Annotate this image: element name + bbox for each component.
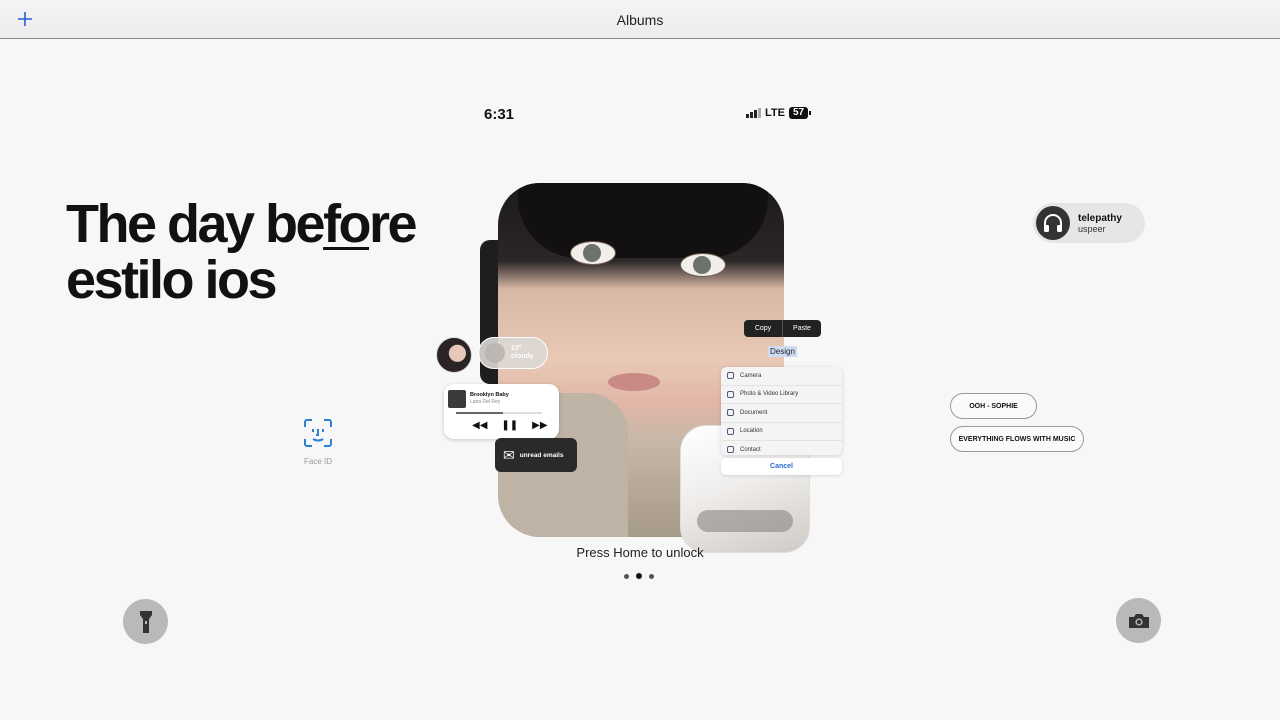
track-artist: Lana Del Rey (470, 399, 501, 405)
avatar[interactable] (436, 337, 472, 373)
top-bar: Albums (0, 0, 1280, 39)
camera-icon (1128, 613, 1149, 628)
weather-cond: cloudy (511, 353, 534, 360)
camera-button[interactable] (1116, 598, 1161, 643)
camera-icon (727, 372, 734, 380)
faceid-widget: Face ID (298, 418, 338, 466)
page-title: Albums (616, 12, 664, 28)
edit-menu: Copy Paste (744, 320, 821, 337)
sheet-item-document[interactable]: Document (721, 404, 842, 423)
page-dot[interactable] (624, 573, 629, 579)
album-art (448, 390, 466, 408)
now-playing-title: telepathy (1078, 213, 1122, 224)
camera-page-dot[interactable] (649, 573, 654, 579)
rewind-icon[interactable]: ◀◀ (472, 420, 487, 431)
signal-icon (746, 108, 761, 118)
paste-button[interactable]: Paste (783, 320, 821, 337)
flashlight-button[interactable] (123, 599, 168, 644)
pause-icon[interactable]: ❚❚ (501, 420, 518, 431)
contact-icon (727, 446, 734, 454)
network-label: LTE (765, 107, 785, 119)
headline-part: re (369, 194, 418, 254)
page-dots[interactable] (624, 573, 654, 579)
email-title: unread emails (519, 451, 564, 459)
unlock-text: Press Home to unlock (576, 545, 704, 560)
faceid-icon (304, 419, 332, 447)
song-chip[interactable]: OOH - SOPHIE (950, 393, 1037, 419)
copy-button[interactable]: Copy (744, 320, 782, 337)
status-time: 6:31 (484, 106, 515, 123)
faceid-label: Face ID (303, 457, 332, 466)
track-title: Brooklyn Baby (470, 392, 509, 398)
sheet-item-location[interactable]: Location (721, 423, 842, 441)
headline-underlined: fo (323, 194, 371, 254)
attachment-sheet: Camera Photo & Video Library Document Lo… (721, 367, 842, 455)
photo-icon (727, 390, 734, 398)
song-chip[interactable]: EVERYTHING FLOWS WITH MUSIC (950, 426, 1084, 452)
sheet-item-contact[interactable]: Contact (721, 441, 842, 459)
flashlight-icon (139, 610, 152, 633)
headphones-icon (1036, 206, 1070, 240)
headline: The day before estilo ios (66, 194, 418, 310)
now-playing-pill[interactable]: telepathy uspeer (1033, 203, 1145, 243)
email-widget[interactable]: ✉ unread emails (495, 438, 577, 472)
cloud-icon (485, 343, 505, 363)
music-widget[interactable]: Brooklyn Baby Lana Del Rey ◀◀ ❚❚ ▶▶ (444, 384, 559, 439)
weather-widget[interactable]: 13° cloudy (478, 337, 548, 369)
envelope-icon: ✉ (503, 446, 515, 463)
location-icon (727, 427, 734, 435)
page-dot-active[interactable] (636, 573, 642, 579)
sheet-item-photos[interactable]: Photo & Video Library (721, 386, 842, 404)
now-playing-artist: uspeer (1078, 224, 1106, 234)
selected-text[interactable]: Design (768, 346, 797, 357)
battery-icon: 57 (788, 107, 812, 119)
control-pill[interactable] (697, 510, 793, 532)
headline-part: The day be (66, 194, 326, 254)
progress-bar[interactable] (456, 412, 542, 414)
cancel-button[interactable]: Cancel (721, 458, 842, 475)
headline-line2: estilo ios (66, 250, 278, 310)
status-bar: LTE 57 (746, 107, 812, 119)
sheet-item-camera[interactable]: Camera (721, 367, 842, 386)
weather-temp: 13° (511, 345, 522, 352)
document-icon (727, 409, 734, 417)
forward-icon[interactable]: ▶▶ (532, 420, 547, 431)
